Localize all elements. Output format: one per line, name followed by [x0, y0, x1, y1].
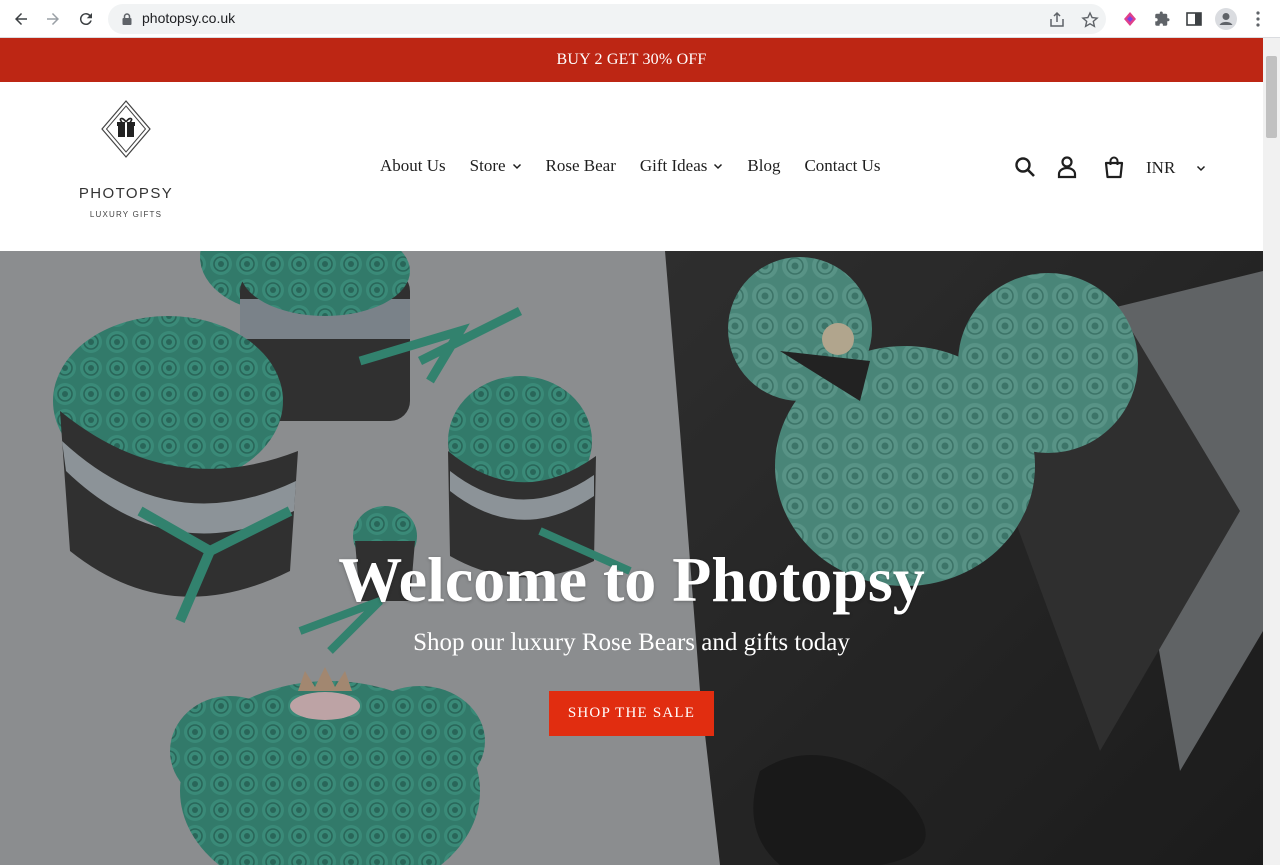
cart-icon[interactable]: [1101, 154, 1127, 180]
lock-icon: [122, 13, 132, 25]
menu-kebab-icon[interactable]: [1247, 8, 1269, 30]
extensions-puzzle-icon[interactable]: [1151, 8, 1173, 30]
nav-item-contact-us[interactable]: Contact Us: [792, 156, 892, 176]
nav-label: Blog: [747, 156, 781, 175]
logo-gift-diamond-icon: [101, 100, 151, 158]
side-panel-icon[interactable]: [1183, 8, 1205, 30]
main-navigation: About Us Store Rose Bear Gift Ideas Blog…: [368, 154, 893, 178]
url-text: photopsy.co.uk: [142, 10, 236, 26]
hero-title: Welcome to Photopsy: [338, 544, 925, 615]
nav-label: Contact Us: [804, 156, 881, 175]
logo-name: PHOTOPSY: [78, 185, 174, 202]
hero-subtitle: Shop our luxury Rose Bears and gifts tod…: [413, 629, 850, 656]
back-icon[interactable]: [9, 7, 33, 31]
shop-the-sale-button[interactable]: SHOP THE SALE: [549, 691, 714, 736]
nav-item-blog[interactable]: Blog: [735, 156, 792, 176]
nav-item-about-us[interactable]: About Us: [368, 156, 458, 176]
currency-value: INR: [1146, 158, 1176, 177]
announcement-bar[interactable]: BUY 2 GET 30% OFF: [0, 38, 1263, 82]
announcement-text: BUY 2 GET 30% OFF: [556, 51, 707, 68]
share-icon[interactable]: [1048, 11, 1066, 29]
chevron-down-icon: [1196, 165, 1206, 172]
nav-item-rose-bear[interactable]: Rose Bear: [534, 156, 628, 176]
currency-selector[interactable]: INR: [1146, 156, 1206, 180]
page-scrollbar[interactable]: [1263, 38, 1280, 865]
search-icon[interactable]: [1012, 154, 1038, 180]
address-bar[interactable]: photopsy.co.uk: [108, 4, 1106, 34]
browser-toolbar: photopsy.co.uk: [0, 0, 1280, 38]
site-logo[interactable]: PHOTOPSY LUXURY GIFTS: [74, 99, 178, 219]
forward-icon[interactable]: [41, 7, 65, 31]
nav-item-store[interactable]: Store: [458, 156, 534, 176]
nav-label: About Us: [380, 156, 446, 175]
reload-icon[interactable]: [74, 7, 98, 31]
hero-banner: Welcome to Photopsy Shop our luxury Rose…: [0, 251, 1263, 865]
bookmark-star-icon[interactable]: [1081, 11, 1099, 29]
chevron-down-icon: [714, 163, 723, 170]
profile-avatar-icon[interactable]: [1215, 8, 1237, 30]
logo-tagline: LUXURY GIFTS: [89, 210, 163, 219]
nav-label: Rose Bear: [545, 156, 616, 175]
nav-label: Store: [469, 156, 506, 175]
chevron-down-icon: [512, 163, 521, 170]
nav-item-gift-ideas[interactable]: Gift Ideas: [628, 156, 736, 176]
site-header: PHOTOPSY LUXURY GIFTS About Us Store Ros…: [0, 82, 1263, 251]
nav-label: Gift Ideas: [639, 156, 708, 175]
extension-colorful-icon[interactable]: [1119, 8, 1141, 30]
account-icon[interactable]: [1054, 154, 1080, 180]
scrollbar-thumb[interactable]: [1266, 56, 1277, 138]
